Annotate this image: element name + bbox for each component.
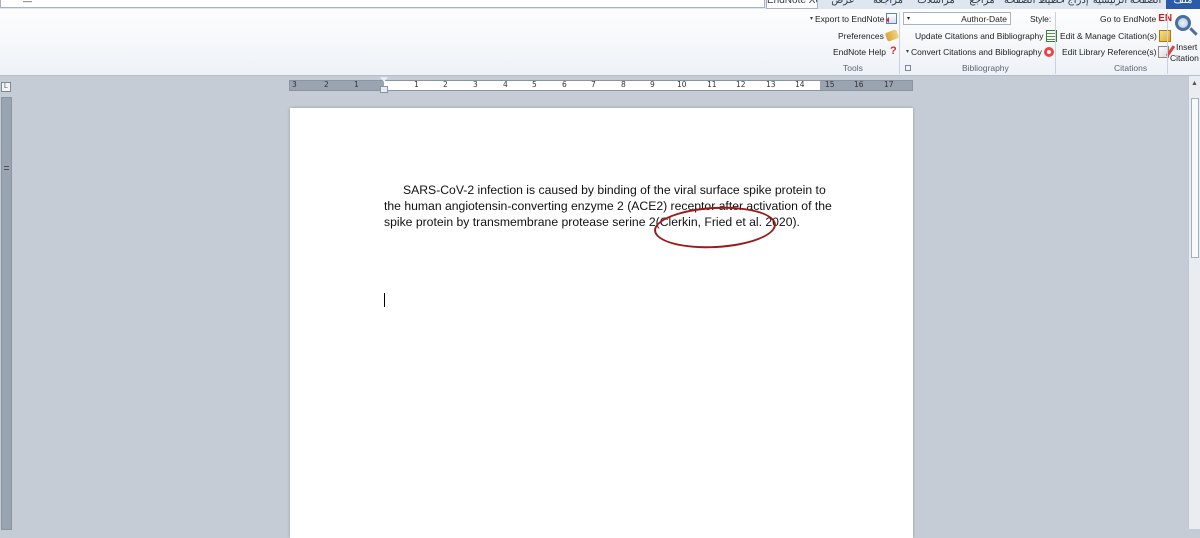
tab-file[interactable]: ملف <box>1166 0 1200 9</box>
ruler-number: 1 <box>354 80 359 89</box>
style-dropdown[interactable]: ▾ Author-Date <box>903 12 1011 25</box>
tools-group-label: Tools <box>843 63 863 73</box>
text-cursor <box>384 293 385 307</box>
edit-library-reference-button[interactable]: Edit Library Reference(s) <box>1062 45 1170 58</box>
ruler-grip-icon <box>4 166 9 170</box>
magnifier-icon <box>1175 15 1191 31</box>
preferences-label: Preferences <box>838 30 884 41</box>
ruler-number: 14 <box>795 80 805 89</box>
scrollbar-thumb[interactable] <box>1191 98 1199 258</box>
ruler-number: 13 <box>766 80 776 89</box>
ruler-number: 3 <box>473 80 478 89</box>
group-divider <box>1167 12 1168 74</box>
style-value: Author-Date <box>961 13 1007 24</box>
ruler-number: 15 <box>825 80 835 89</box>
quick-access-value: — <box>23 0 32 6</box>
ruler-number: 10 <box>677 80 687 89</box>
first-line-indent-marker[interactable] <box>380 77 388 82</box>
ruler-number: 7 <box>591 80 596 89</box>
ruler-bar: L 3 2 1 1 2 3 4 5 6 7 8 9 10 11 12 13 14… <box>0 76 1200 96</box>
ruler-number: 11 <box>707 80 717 89</box>
update-citations-button[interactable]: Update Citations and Bibliography <box>915 29 1057 42</box>
go-to-endnote-button[interactable]: Go to EndNote EN <box>1100 12 1172 25</box>
ruler-number: 12 <box>736 80 746 89</box>
update-label: Update Citations and Bibliography <box>915 30 1044 41</box>
style-label: Style: <box>1030 13 1052 24</box>
help-question-icon: ? <box>890 45 897 57</box>
dropdown-arrow-icon: ▾ <box>810 16 814 22</box>
document-page[interactable]: SARS-CoV-2 infection is caused by bindin… <box>290 108 913 538</box>
convert-citations-button[interactable]: ▾ Convert Citations and Bibliography <box>906 45 1054 58</box>
edit-manage-citations-button[interactable]: Edit & Manage Citation(s) <box>1060 29 1171 42</box>
group-divider <box>1055 12 1056 74</box>
scroll-up-arrow-icon[interactable]: ▲ <box>1191 80 1198 87</box>
endnote-ribbon: ▾ Export to EndNote Preferences EndNote … <box>0 9 1200 76</box>
ruler-number: 17 <box>884 80 894 89</box>
tab-view[interactable]: عرض <box>822 0 864 9</box>
ruler-number: 2 <box>324 80 329 89</box>
ruler-number: 9 <box>650 80 655 89</box>
group-divider <box>899 12 900 74</box>
vertical-scrollbar[interactable]: ▲ <box>1188 76 1200 529</box>
vertical-ruler[interactable] <box>1 97 12 530</box>
tab-home[interactable]: الصفحة الرئيسية <box>1092 0 1162 9</box>
ruler-number: 5 <box>532 80 537 89</box>
edit-manage-label: Edit & Manage Citation(s) <box>1060 30 1157 41</box>
tab-selector-icon[interactable]: L <box>1 82 11 92</box>
paragraph-line-1: SARS-CoV-2 infection is caused by bindin… <box>403 183 826 197</box>
tab-review[interactable]: مراجعة <box>866 0 910 9</box>
export-to-endnote-button[interactable]: ▾ Export to EndNote <box>810 12 898 25</box>
insert-citation-button[interactable]: Insert Citation <box>1169 11 1200 63</box>
quick-access-field[interactable]: — <box>0 0 765 8</box>
left-indent-marker[interactable] <box>380 86 388 93</box>
preferences-icon <box>884 29 900 42</box>
convert-icon <box>1043 46 1054 57</box>
ruler-number: 8 <box>621 80 626 89</box>
export-icon <box>886 13 898 24</box>
bibliography-group-label: Bibliography <box>962 63 1009 73</box>
bibliography-dialog-launcher-icon[interactable] <box>905 65 911 71</box>
convert-label: Convert Citations and Bibliography <box>911 46 1042 57</box>
help-label: EndNote Help <box>833 46 886 57</box>
tab-endnote[interactable]: EndNote X6 <box>766 0 818 9</box>
preferences-button[interactable]: Preferences <box>838 29 900 42</box>
ruler-number: 3 <box>292 80 297 89</box>
tab-insert[interactable]: إدراج <box>1066 0 1090 9</box>
tab-references[interactable]: مراجع <box>962 0 1002 9</box>
citation-label: Citation <box>1170 53 1199 63</box>
ruler-number: 16 <box>854 80 864 89</box>
tab-page-layout[interactable]: تخطيط الصفحة <box>1004 0 1064 9</box>
ruler-number: 1 <box>414 80 419 89</box>
ruler-number: 4 <box>503 80 508 89</box>
edit-library-label: Edit Library Reference(s) <box>1062 46 1157 57</box>
dropdown-arrow-icon: ▾ <box>906 49 910 55</box>
insert-label: Insert <box>1176 42 1198 52</box>
ruler-number: 2 <box>443 80 448 89</box>
endnote-help-button[interactable]: EndNote Help ? <box>833 45 899 58</box>
dropdown-arrow-icon: ▾ <box>907 16 911 22</box>
ruler-number: 6 <box>562 80 567 89</box>
export-label: Export to EndNote <box>815 13 885 24</box>
goto-label: Go to EndNote <box>1100 13 1157 24</box>
tab-mailings[interactable]: مراسلات <box>912 0 960 9</box>
ribbon-tab-strip: — EndNote X6 عرض مراجعة مراسلات مراجع تخ… <box>0 0 1200 9</box>
citations-group-label: Citations <box>1114 63 1148 73</box>
